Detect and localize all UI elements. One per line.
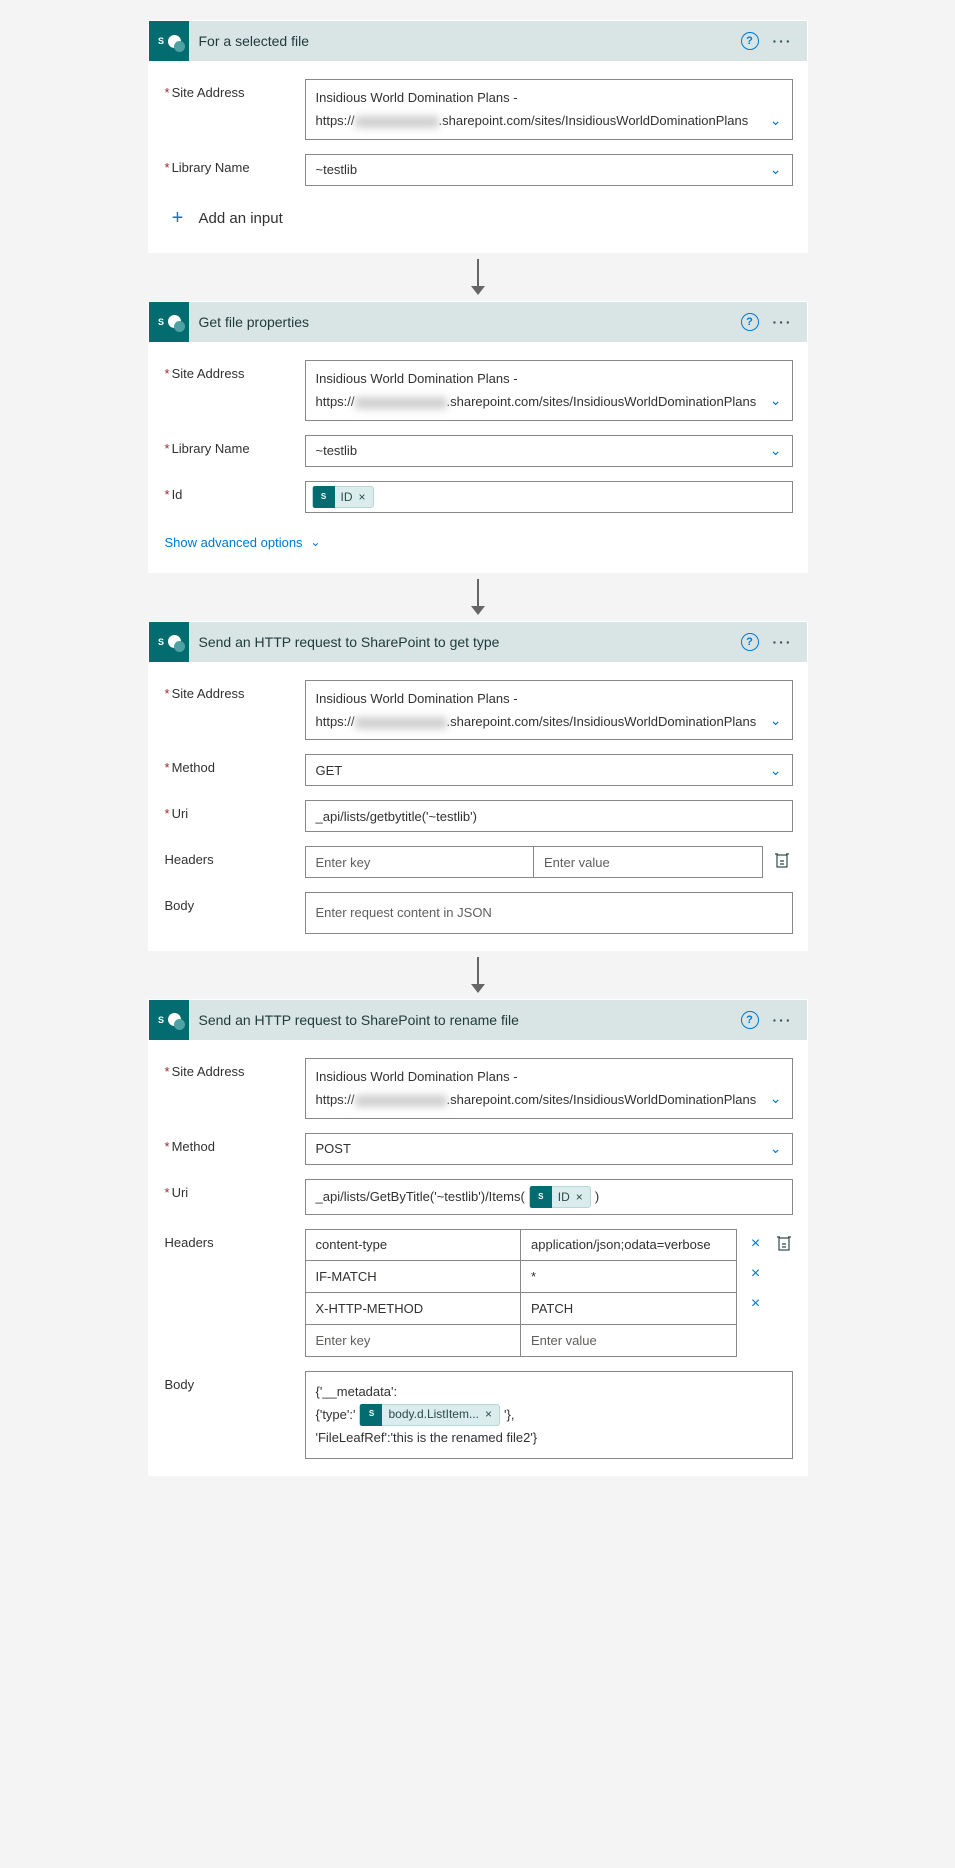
site-address-combo[interactable]: Insidious World Domination Plans - https… [305,360,793,421]
help-icon[interactable]: ? [741,313,759,331]
site-address-combo[interactable]: Insidious World Domination Plans - https… [305,79,793,140]
sharepoint-icon: S [149,1000,189,1040]
remove-header-icon[interactable]: × [745,1295,767,1313]
overflow-menu-icon[interactable]: ··· [773,320,793,324]
dynamic-token-id[interactable]: S ID × [312,486,374,508]
method-combo[interactable]: POST ⌄ [305,1133,793,1165]
chevron-down-icon[interactable]: ⌄ [770,388,782,413]
library-name-combo[interactable]: ~testlib ⌄ [305,435,793,467]
body-label: Body [165,892,305,913]
remove-token-icon[interactable]: × [359,490,373,504]
sharepoint-icon: S [313,486,335,508]
card-header[interactable]: S Get file properties ? ··· [149,302,807,342]
site-address-label: Site Address [165,1058,305,1079]
id-label: Id [165,481,305,502]
sharepoint-icon: S [149,302,189,342]
plus-icon: + [169,210,187,228]
flow-arrow-icon [471,259,485,295]
site-address-label: Site Address [165,680,305,701]
help-icon[interactable]: ? [741,32,759,50]
remove-token-icon[interactable]: × [576,1190,590,1204]
body-label: Body [165,1371,305,1392]
card-header[interactable]: S Send an HTTP request to SharePoint to … [149,1000,807,1040]
header-key-input[interactable]: X-HTTP-METHOD [305,1293,522,1325]
chevron-down-icon: ⌄ [311,535,321,549]
action-card-selected-file: S For a selected file ? ··· Site Address… [148,20,808,253]
header-value-input[interactable]: Enter value [521,1325,737,1357]
uri-label: Uri [165,1179,305,1200]
method-label: Method [165,1133,305,1154]
card-header[interactable]: S Send an HTTP request to SharePoint to … [149,622,807,662]
overflow-menu-icon[interactable]: ··· [773,39,793,43]
uri-input[interactable]: _api/lists/GetByTitle('~testlib')/Items(… [305,1179,793,1215]
header-key-input[interactable]: content-type [305,1229,522,1261]
header-value-input[interactable]: application/json;odata=verbose [521,1229,737,1261]
chevron-down-icon[interactable]: ⌄ [770,1086,782,1111]
chevron-down-icon[interactable]: ⌄ [770,1140,782,1157]
header-row: IF-MATCH * [305,1261,737,1293]
library-name-label: Library Name [165,435,305,456]
site-address-label: Site Address [165,360,305,381]
header-row: Enter key Enter value [305,846,763,878]
site-address-combo[interactable]: Insidious World Domination Plans - https… [305,1058,793,1119]
headers-label: Headers [165,846,305,867]
action-card-get-properties: S Get file properties ? ··· Site Address… [148,301,808,573]
header-value-input[interactable]: Enter value [534,846,763,878]
header-value-input[interactable]: PATCH [521,1293,737,1325]
header-key-input[interactable]: Enter key [305,846,535,878]
card-title: Get file properties [199,314,731,330]
method-combo[interactable]: GET ⌄ [305,754,793,786]
library-name-combo[interactable]: ~testlib ⌄ [305,154,793,186]
dynamic-token-id[interactable]: S ID × [529,1186,591,1208]
sharepoint-icon: S [530,1186,552,1208]
chevron-down-icon[interactable]: ⌄ [770,762,782,779]
chevron-down-icon[interactable]: ⌄ [770,108,782,133]
headers-label: Headers [165,1229,305,1250]
chevron-down-icon[interactable]: ⌄ [770,161,782,178]
help-icon[interactable]: ? [741,633,759,651]
flow-arrow-icon [471,957,485,993]
action-card-http-rename: S Send an HTTP request to SharePoint to … [148,999,808,1476]
action-card-http-get-type: S Send an HTTP request to SharePoint to … [148,621,808,951]
site-address-combo[interactable]: Insidious World Domination Plans - https… [305,680,793,741]
chevron-down-icon[interactable]: ⌄ [770,442,782,459]
overflow-menu-icon[interactable]: ··· [773,1018,793,1022]
card-title: For a selected file [199,33,731,49]
switch-text-mode-icon[interactable] [773,852,791,870]
library-name-label: Library Name [165,154,305,175]
add-input-button[interactable]: + Add an input [165,200,793,242]
sharepoint-icon: S [149,622,189,662]
remove-header-icon[interactable]: × [745,1265,767,1283]
body-input[interactable]: {'__metadata': {'type':' S body.d.ListIt… [305,1371,793,1459]
header-row: Enter key Enter value [305,1325,737,1357]
remove-token-icon[interactable]: × [485,1404,499,1426]
id-input[interactable]: S ID × [305,481,793,513]
header-key-input[interactable]: IF-MATCH [305,1261,522,1293]
flow-arrow-icon [471,579,485,615]
method-label: Method [165,754,305,775]
card-title: Send an HTTP request to SharePoint to re… [199,1012,731,1028]
header-row: content-type application/json;odata=verb… [305,1229,737,1261]
card-title: Send an HTTP request to SharePoint to ge… [199,634,731,650]
header-row: X-HTTP-METHOD PATCH [305,1293,737,1325]
remove-header-icon[interactable]: × [745,1235,767,1253]
header-value-input[interactable]: * [521,1261,737,1293]
overflow-menu-icon[interactable]: ··· [773,640,793,644]
switch-text-mode-icon[interactable] [775,1235,793,1253]
show-advanced-options[interactable]: Show advanced options ⌄ [165,527,793,562]
sharepoint-icon: S [360,1404,382,1426]
card-header[interactable]: S For a selected file ? ··· [149,21,807,61]
uri-label: Uri [165,800,305,821]
sharepoint-icon: S [149,21,189,61]
uri-input[interactable]: _api/lists/getbytitle('~testlib') [305,800,793,832]
body-input[interactable]: Enter request content in JSON [305,892,793,933]
chevron-down-icon[interactable]: ⌄ [770,708,782,733]
site-address-label: Site Address [165,79,305,100]
header-key-input[interactable]: Enter key [305,1325,522,1357]
help-icon[interactable]: ? [741,1011,759,1029]
dynamic-token-body[interactable]: S body.d.ListItem... × [359,1404,500,1426]
